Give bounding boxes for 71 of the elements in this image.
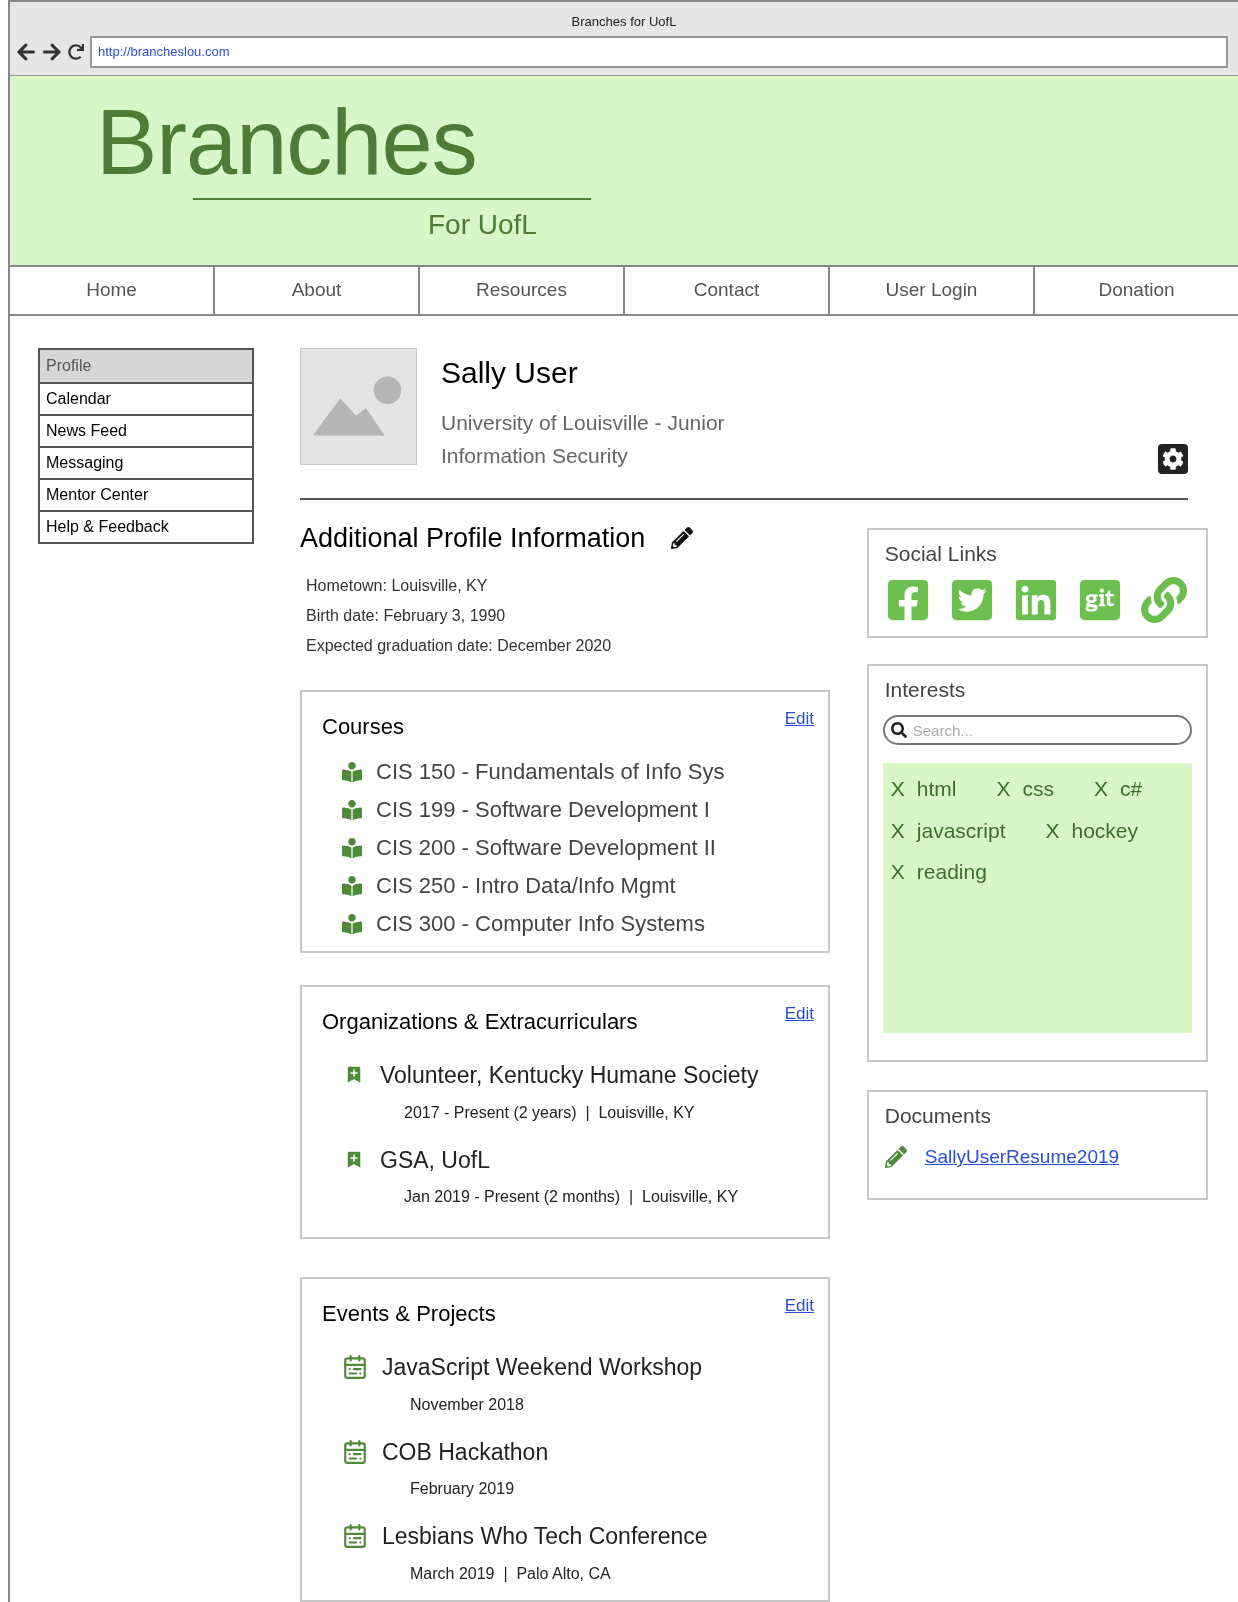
reload-icon[interactable] (68, 44, 84, 60)
organization-detail: 2017 - Present (2 years) | Louisville, KY (404, 1102, 696, 1123)
event-name: COB Hackathon (382, 1437, 549, 1467)
course-item: CIS 250 - Intro Data/Info Mgmt (376, 872, 676, 900)
edit-link[interactable]: Edit (784, 1001, 814, 1027)
event-detail: November 2018 (410, 1394, 525, 1415)
sidebar-item[interactable]: Profile (40, 349, 252, 382)
nav-tab[interactable]: User Login (828, 266, 1033, 314)
user-name: Sally User (441, 354, 579, 391)
remove-tag-button[interactable]: X (890, 773, 905, 805)
chain-link-icon[interactable] (1140, 577, 1187, 623)
card-title: Organizations & Extracurriculars (322, 1008, 638, 1036)
nav-tab[interactable]: About (213, 266, 418, 314)
calendar-icon (342, 1523, 368, 1550)
course-item: CIS 199 - Software Development I (376, 796, 710, 824)
event-name: JavaScript Weekend Workshop (382, 1353, 703, 1382)
book-icon (342, 837, 362, 858)
card-title: Events & Projects (322, 1300, 496, 1328)
back-icon[interactable] (16, 42, 36, 62)
profile-subtitle: University of Louisville - Junior (441, 409, 725, 436)
book-icon (342, 761, 362, 782)
book-icon (342, 913, 362, 934)
nav-tab[interactable]: Donation (1033, 266, 1238, 314)
pencil-icon[interactable] (671, 526, 694, 549)
logo-text: Branches (96, 95, 477, 188)
organization-name: GSA, UofL (380, 1145, 490, 1175)
course-item: CIS 150 - Fundamentals of Info Sys (376, 758, 725, 786)
event-detail: February 2019 (410, 1479, 516, 1499)
remove-tag-button[interactable]: X (890, 814, 905, 846)
edit-link[interactable]: Edit (784, 1293, 814, 1319)
tagline: For UofL (428, 207, 537, 242)
remove-tag-button[interactable]: X (996, 773, 1011, 805)
remove-tag-button[interactable]: X (1045, 814, 1060, 846)
interest-tag: hockey (1071, 814, 1139, 846)
profile-field: Expected graduation date: December 2020 (306, 634, 849, 658)
organization-detail: Jan 2019 - Present (2 months) | Louisville, KY (404, 1187, 740, 1207)
nav-tab[interactable]: Contact (623, 266, 828, 314)
event-name: Lesbians Who Tech Conference (382, 1522, 708, 1551)
nav-tab[interactable]: Home (10, 266, 213, 314)
book-icon (342, 875, 362, 896)
interest-tag: html (916, 773, 957, 805)
remove-tag-button[interactable]: X (1094, 773, 1108, 805)
calendar-icon (342, 1354, 368, 1381)
course-item: CIS 200 - Software Development II (376, 834, 716, 862)
card-title: Interests (884, 676, 967, 703)
forward-icon[interactable] (42, 42, 62, 62)
remove-tag-button[interactable]: X (890, 856, 905, 888)
profile-field: Hometown: Louisville, KY (306, 574, 849, 598)
course-item: CIS 300 - Computer Info Systems (376, 910, 705, 938)
section-title: Additional Profile Information (300, 521, 646, 555)
profile-subtitle: Information Security (441, 443, 629, 469)
interest-tag: c# (1120, 773, 1143, 805)
calendar-icon (342, 1438, 368, 1465)
address-field[interactable]: http://brancheslou.com (90, 36, 1228, 68)
book-icon (342, 799, 362, 820)
card-title: Documents (884, 1102, 992, 1129)
card-title: Courses (322, 713, 404, 741)
interest-tag: reading (916, 856, 987, 888)
organization-name: Volunteer, Kentucky Humane Society (380, 1061, 759, 1090)
document-link[interactable]: SallyUserResume2019 (924, 1143, 1120, 1172)
search-field[interactable]: Search... (882, 715, 1192, 745)
profile-field: Birth date: February 3, 1990 (306, 604, 849, 628)
interest-tag: css (1022, 773, 1054, 805)
interest-tag: javascript (916, 814, 1006, 846)
edit-link[interactable]: Edit (784, 706, 814, 732)
card-title: Social Links (884, 540, 998, 567)
search-icon (890, 722, 907, 738)
event-detail: March 2019 | Palo Alto, CA (410, 1563, 612, 1584)
nav-tab[interactable]: Resources (418, 266, 623, 314)
window-title: Branches for UofL (570, 13, 678, 31)
settings-icon[interactable] (1158, 443, 1188, 474)
